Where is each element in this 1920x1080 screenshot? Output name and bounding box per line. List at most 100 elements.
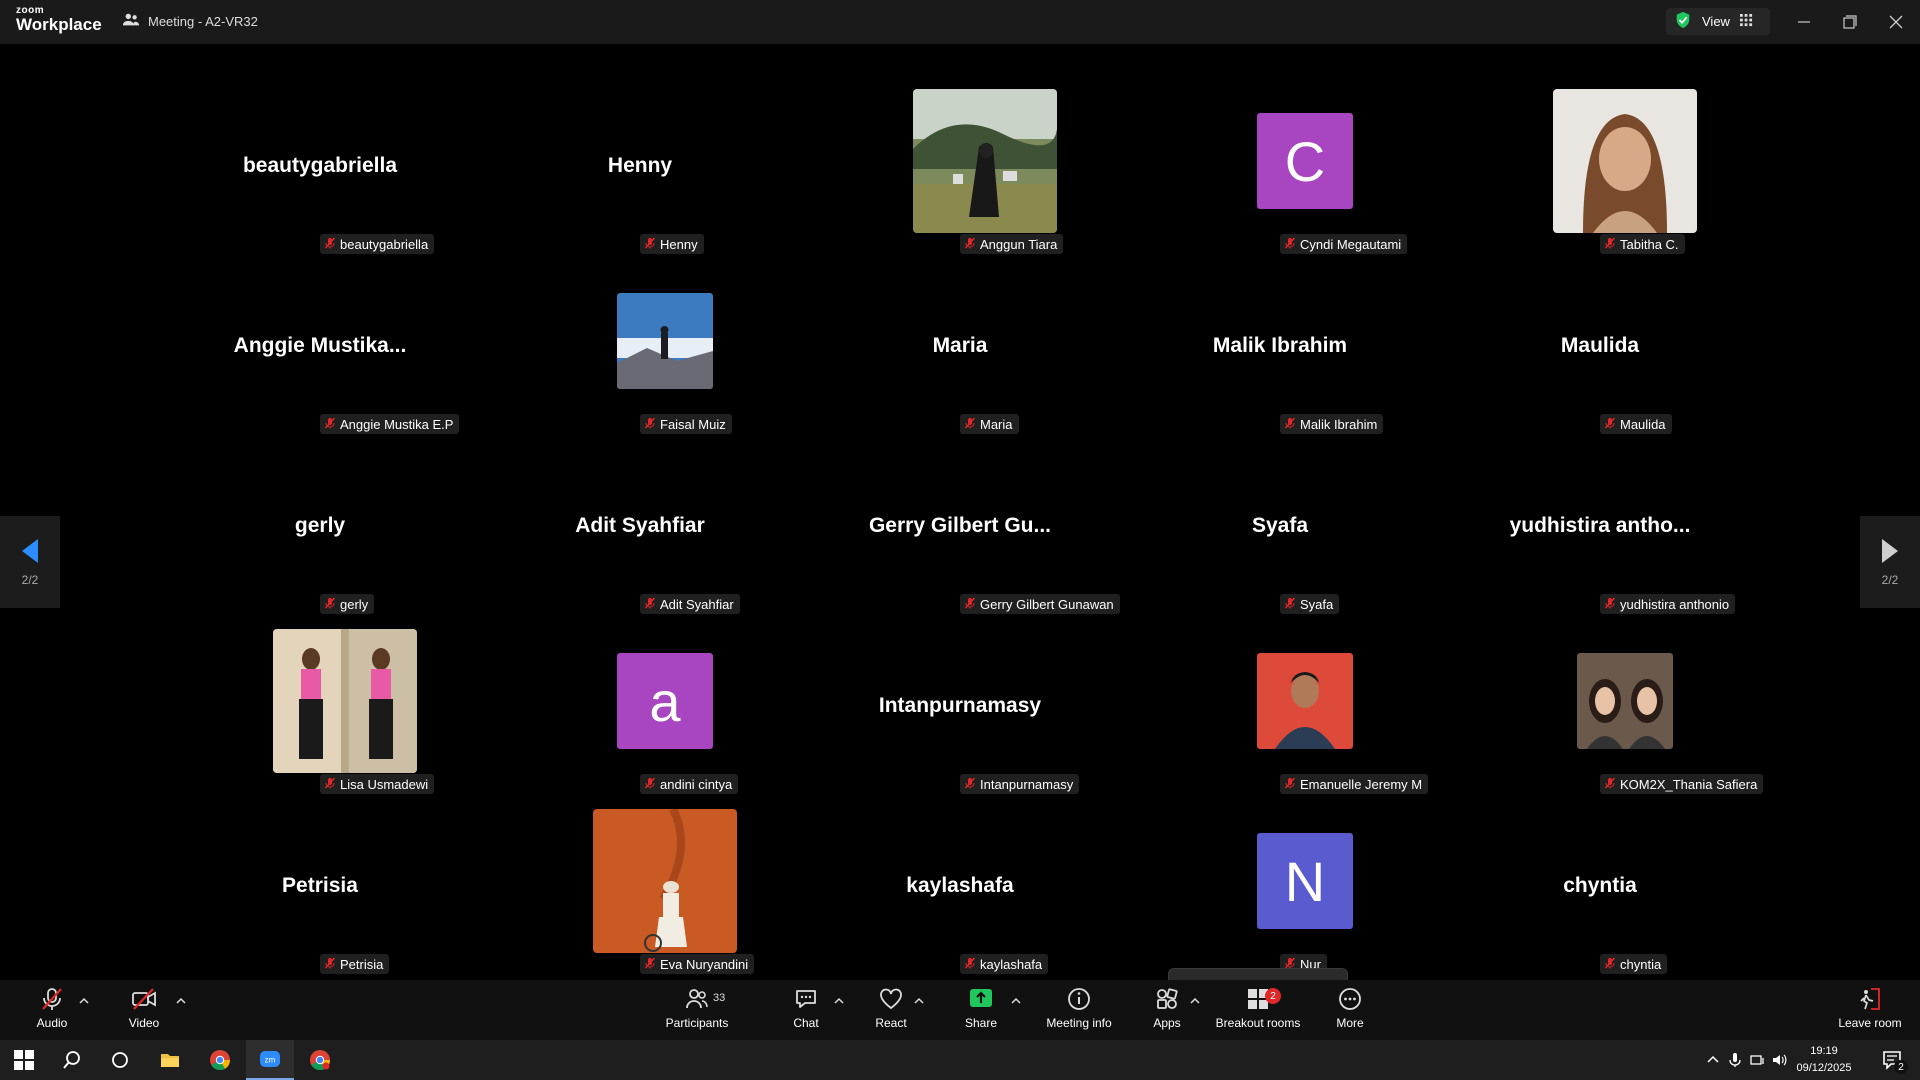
muted-microphone-icon <box>644 957 656 972</box>
muted-microphone-icon <box>964 597 976 612</box>
taskbar-file-explorer[interactable] <box>146 1040 194 1080</box>
muted-microphone-icon <box>964 417 976 432</box>
tray-overflow-icon[interactable] <box>1702 1052 1724 1068</box>
muted-microphone-icon <box>644 237 656 252</box>
video-label: Video <box>128 1016 160 1030</box>
view-control[interactable]: View <box>1666 8 1770 35</box>
muted-microphone-icon <box>324 417 336 432</box>
next-page-button[interactable]: 2/2 <box>1860 516 1920 608</box>
share-options-caret[interactable] <box>1010 994 1024 1008</box>
participant-display-name: Gerry Gilbert Gu... <box>868 514 1052 537</box>
participant-display-name: Anggie Mustika... <box>233 334 407 357</box>
participant-tile[interactable]: Gerry Gilbert Gu... Gerry Gilbert Gunawan <box>800 444 1120 624</box>
participant-tile[interactable]: chyntia chyntia <box>1440 804 1760 984</box>
participant-name-label: Syafa <box>1280 594 1340 614</box>
taskbar-chrome-2[interactable] <box>296 1040 344 1080</box>
tray-microphone-icon[interactable] <box>1724 1052 1746 1068</box>
participant-display-name: Maulida <box>1560 334 1640 357</box>
participant-tile[interactable]: Maulida Maulida <box>1440 264 1760 444</box>
share-icon <box>970 989 992 1007</box>
chat-icon <box>796 990 816 1008</box>
participant-tile[interactable]: Malik Ibrahim Malik Ibrahim <box>1120 264 1440 444</box>
more-button[interactable]: More <box>1305 986 1395 1036</box>
participant-tile[interactable]: Tabitha C. <box>1440 84 1760 264</box>
meeting-info-button[interactable]: Meeting info <box>1033 986 1125 1036</box>
participant-name-label: Cyndi Megautami <box>1280 234 1408 254</box>
microphone-muted-icon <box>42 988 62 1010</box>
participant-tile[interactable]: Lisa Usmadewi <box>160 624 480 804</box>
participant-tile[interactable]: Intanpurnamasy Intanpurnamasy <box>800 624 1120 804</box>
task-view-button[interactable] <box>96 1040 144 1080</box>
muted-microphone-icon <box>1604 957 1616 972</box>
clock-date: 09/12/2025 <box>1796 1062 1852 1074</box>
muted-microphone-icon <box>1604 597 1616 612</box>
chat-options-caret[interactable] <box>833 994 847 1008</box>
participant-name-label: andini cintya <box>640 774 739 794</box>
clock-time: 19:19 <box>1810 1045 1838 1057</box>
taskbar-clock[interactable]: 19:19 09/12/2025 <box>1792 1043 1856 1077</box>
participant-tile[interactable]: Anggie Mustika... Anggie Mustika E.P <box>160 264 480 444</box>
leave-room-label: Leave room <box>1838 1016 1902 1030</box>
participant-tile[interactable]: Faisal Muiz <box>480 264 800 444</box>
participant-tile[interactable]: Eva Nuryandini <box>480 804 800 984</box>
video-options-caret[interactable] <box>175 994 189 1008</box>
taskbar-chrome[interactable] <box>196 1040 244 1080</box>
muted-microphone-icon <box>1284 417 1296 432</box>
audio-label: Audio <box>36 1016 68 1030</box>
participant-name-label: Intanpurnamasy <box>960 774 1080 794</box>
notification-center-button[interactable]: 2 <box>1868 1040 1916 1080</box>
close-button[interactable] <box>1882 8 1910 36</box>
participant-tile[interactable]: yudhistira antho... yudhistira anthonio <box>1440 444 1760 624</box>
search-button[interactable] <box>48 1040 96 1080</box>
participant-tile[interactable]: a andini cintya <box>480 624 800 804</box>
minimize-button[interactable] <box>1790 8 1818 36</box>
participant-tile[interactable]: kaylashafa kaylashafa <box>800 804 1120 984</box>
participant-tile[interactable]: beautygabriella beautygabriella <box>160 84 480 264</box>
participant-tile[interactable]: Maria Maria <box>800 264 1120 444</box>
search-icon <box>63 1051 80 1069</box>
muted-microphone-icon <box>1284 237 1296 252</box>
audio-options-caret[interactable] <box>78 994 92 1008</box>
participant-display-name: Maria <box>932 334 988 357</box>
participants-button[interactable]: Participants <box>651 986 743 1036</box>
participant-display-name: yudhistira antho... <box>1509 514 1691 537</box>
previous-page-button[interactable]: 2/2 <box>0 516 60 608</box>
volume-icon[interactable] <box>1768 1052 1790 1068</box>
participant-tile[interactable]: Adit Syahfiar Adit Syahfiar <box>480 444 800 624</box>
participant-tile[interactable]: Petrisia Petrisia <box>160 804 480 984</box>
participant-name: Lisa Usmadewi <box>340 776 429 792</box>
participant-avatar: N <box>1257 833 1353 929</box>
participant-tile[interactable]: Emanuelle Jeremy M <box>1120 624 1440 804</box>
heart-icon <box>880 988 902 1010</box>
leave-room-button[interactable]: Leave room <box>1825 986 1915 1036</box>
participant-tile[interactable]: KOM2X_Thania Safiera <box>1440 624 1764 804</box>
people-icon <box>122 11 140 32</box>
participant-name: Tabitha C. <box>1620 236 1679 252</box>
breakout-rooms-button[interactable]: Breakout rooms <box>1211 986 1305 1036</box>
participant-name-label: Maulida <box>1600 414 1672 434</box>
participant-name: Petrisia <box>340 956 384 972</box>
react-options-caret[interactable] <box>913 994 927 1008</box>
participant-tile[interactable]: gerly gerly <box>160 444 480 624</box>
system-tray <box>1702 1040 1790 1080</box>
grid-icon <box>1739 13 1753 30</box>
muted-microphone-icon <box>324 777 336 792</box>
folder-icon <box>161 1054 179 1067</box>
network-icon[interactable] <box>1746 1052 1768 1068</box>
participant-name-label: Maria <box>960 414 1019 434</box>
participant-name-label: Anggun Tiara <box>960 234 1064 254</box>
participant-tile[interactable]: Henny Henny <box>480 84 800 264</box>
participant-name: yudhistira anthonio <box>1620 596 1730 612</box>
participant-tile[interactable]: Syafa Syafa <box>1120 444 1440 624</box>
apps-label: Apps <box>1153 1016 1181 1030</box>
participant-tile[interactable]: N Nur <box>1120 804 1440 984</box>
windows-start-button[interactable] <box>0 1040 48 1080</box>
restore-button[interactable] <box>1836 8 1864 36</box>
chevron-right-icon <box>1882 539 1898 563</box>
participant-display-name: beautygabriella <box>242 154 398 177</box>
apps-options-caret[interactable] <box>1189 994 1203 1008</box>
taskbar-zoom[interactable]: zm <box>246 1040 294 1080</box>
participant-tile[interactable]: Anggun Tiara <box>800 84 1120 264</box>
more-icon <box>1339 988 1361 1010</box>
participant-tile[interactable]: C Cyndi Megautami <box>1120 84 1440 264</box>
